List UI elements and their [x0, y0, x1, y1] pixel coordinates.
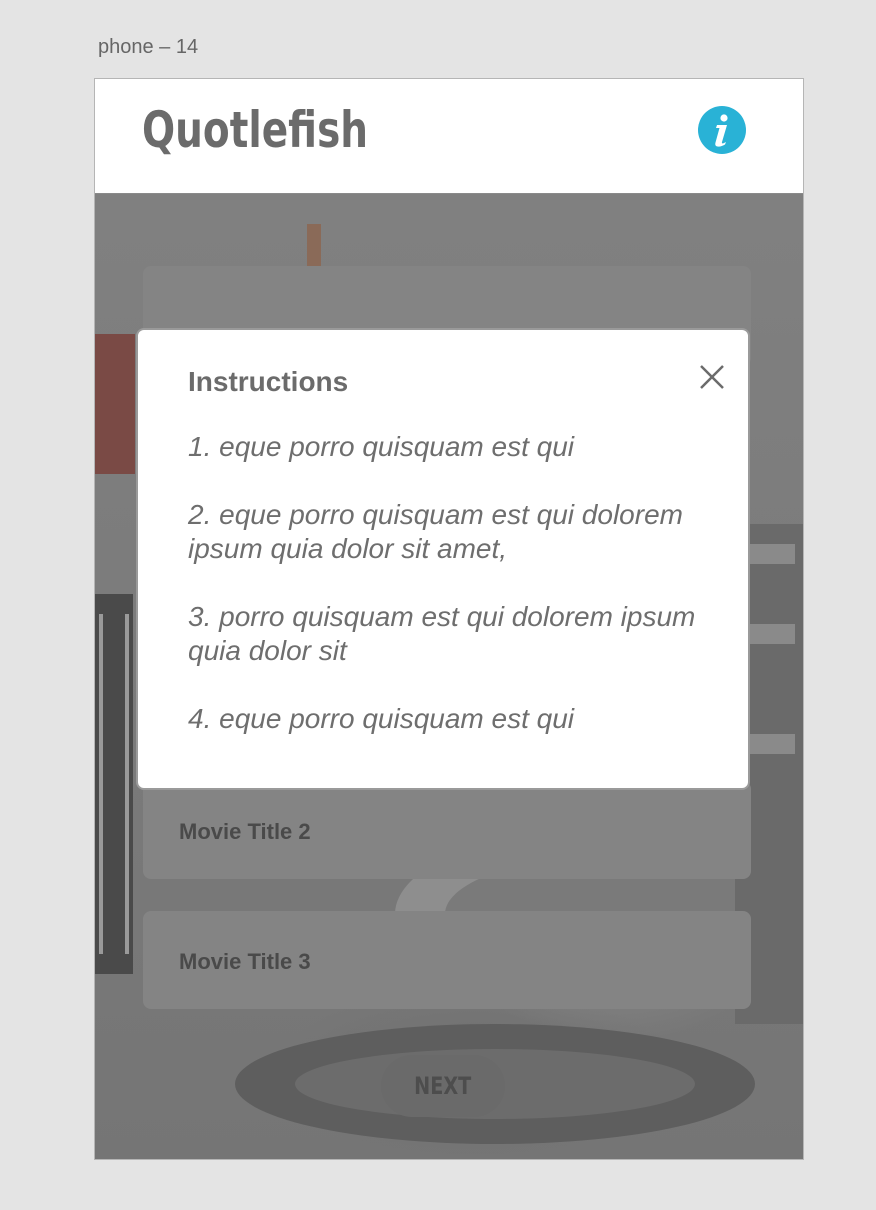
app-title: Quotlefish	[142, 101, 369, 159]
movie-option-3[interactable]: Movie Title 3	[143, 911, 751, 1009]
info-button[interactable]	[698, 106, 746, 154]
instructions-modal: Instructions 1. eque porro quisquam est …	[136, 328, 750, 790]
instruction-item: 1. eque porro quisquam est qui	[188, 431, 575, 462]
instruction-item: 4. eque porro quisquam est qui	[188, 703, 575, 734]
next-button[interactable]: NEXT	[381, 1055, 505, 1117]
close-icon	[700, 365, 724, 389]
next-button-label: NEXT	[414, 1072, 472, 1100]
close-button[interactable]	[696, 361, 728, 393]
app-header: Quotlefish	[95, 79, 803, 194]
info-icon	[715, 114, 728, 147]
movie-title-3: Movie Title 3	[179, 949, 311, 974]
artboard-label: phone – 14	[98, 36, 199, 58]
modal-title: Instructions	[188, 366, 349, 397]
movie-title-2: Movie Title 2	[179, 819, 311, 844]
movie-option-2[interactable]: Movie Title 2	[143, 781, 751, 879]
instruction-item: 2. eque porro quisquam est qui dolorem i…	[188, 499, 683, 564]
instruction-item: 3. porro quisquam est qui dolorem ipsum …	[188, 601, 696, 666]
instruction-list: 1. eque porro quisquam est qui 2. eque p…	[188, 430, 708, 770]
